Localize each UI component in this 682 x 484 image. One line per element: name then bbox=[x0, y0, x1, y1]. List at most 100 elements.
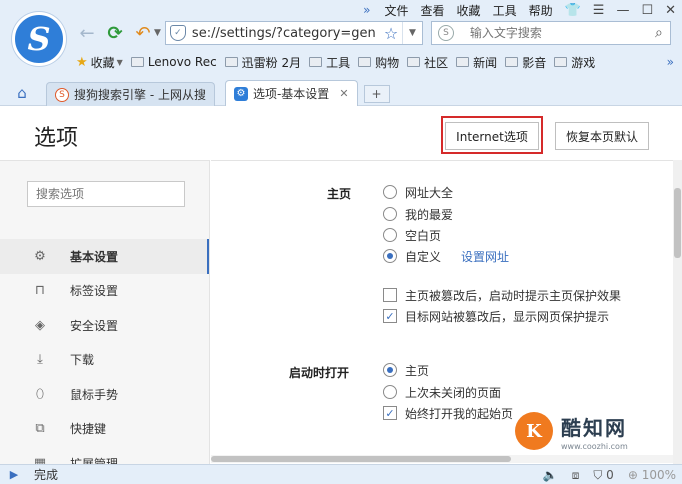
sidebar-item-basic[interactable]: ⚙ 基本设置 bbox=[0, 239, 209, 274]
minimize-icon[interactable]: — bbox=[610, 3, 635, 18]
shortcut-icon: ⧉ bbox=[35, 421, 45, 437]
bookmark-label: Lenovo Rec bbox=[147, 55, 217, 69]
restore-defaults-button[interactable]: 恢复本页默认 bbox=[555, 122, 649, 150]
device-icon[interactable]: ⧈ bbox=[572, 468, 580, 483]
bookmark-item[interactable]: 工具 bbox=[309, 54, 350, 71]
radio-button[interactable] bbox=[383, 207, 397, 221]
vertical-scrollbar[interactable] bbox=[673, 160, 682, 464]
bookmark-item[interactable]: 迅雷粉 2月 bbox=[224, 54, 302, 71]
menu-help[interactable]: 帮助 bbox=[523, 2, 559, 19]
sidebar-toggle-icon[interactable]: ▶ bbox=[4, 468, 24, 481]
option-label: 始终打开我的起始页 bbox=[405, 406, 514, 421]
bookmark-item[interactable]: Lenovo Rec bbox=[130, 55, 217, 69]
gear-icon: ⚙ bbox=[34, 248, 46, 264]
zoom-level[interactable]: ⊕ 100% bbox=[628, 468, 676, 482]
option-label: 主页被篡改后，启动时提示主页保护效果 bbox=[405, 288, 622, 303]
search-icon[interactable]: ⌕ bbox=[648, 25, 670, 41]
maximize-icon[interactable]: ☐ bbox=[635, 3, 659, 18]
sogou-browser-logo[interactable]: S bbox=[12, 12, 66, 66]
bookmark-item[interactable]: 新闻 bbox=[456, 54, 497, 71]
navigation-row: ← ⟳ ↶ ▼ ✓ se://settings/?category=gen ☆ … bbox=[76, 21, 682, 45]
new-tab-button[interactable]: + bbox=[363, 85, 390, 103]
refresh-icon[interactable]: ⟳ bbox=[104, 22, 126, 44]
undo-dropdown-icon[interactable]: ▼ bbox=[154, 28, 161, 38]
options-search-input[interactable] bbox=[27, 181, 185, 207]
skin-icon[interactable]: 👕 bbox=[559, 3, 587, 18]
scrollbar-thumb[interactable] bbox=[674, 188, 681, 258]
radio-button[interactable] bbox=[383, 185, 397, 199]
checkbox-checked[interactable]: ✓ bbox=[383, 309, 397, 323]
bookmark-item[interactable]: 影音 bbox=[505, 54, 546, 71]
address-bar[interactable]: ✓ se://settings/?category=gen ☆ ▼ bbox=[164, 21, 423, 45]
homepage-section-label: 主页 bbox=[327, 187, 352, 201]
star-icon[interactable]: ☆ bbox=[384, 24, 402, 43]
startup-option-last-session[interactable]: 上次未关闭的页面 bbox=[383, 382, 501, 402]
close-tab-icon[interactable]: ✕ bbox=[339, 87, 348, 100]
set-url-link[interactable]: 设置网址 bbox=[461, 248, 509, 265]
protect-check-startup[interactable]: 主页被篡改后，启动时提示主页保护效果 bbox=[383, 285, 621, 305]
menu-tools[interactable]: 工具 bbox=[487, 2, 523, 19]
address-dropdown-icon[interactable]: ▼ bbox=[401, 22, 422, 44]
startup-check-start-page[interactable]: ✓ 始终打开我的起始页 bbox=[383, 403, 513, 423]
radio-button-selected[interactable] bbox=[383, 249, 397, 263]
sidebar-item-tabs[interactable]: ⊓ 标签设置 bbox=[0, 274, 209, 309]
bookmark-item[interactable]: 购物 bbox=[358, 54, 399, 71]
status-tools: 🔈 ⧈ ⛉ 0 ⊕ 100% bbox=[529, 465, 676, 484]
sidebar-item-shortcuts[interactable]: ⧉ 快捷键 bbox=[0, 412, 209, 447]
close-window-icon[interactable]: ✕ bbox=[659, 3, 682, 18]
folder-icon bbox=[456, 57, 470, 67]
sidebar-item-mouse-gestures[interactable]: ⬯ 鼠标手势 bbox=[0, 377, 209, 412]
homepage-option-favorites[interactable]: 我的最爱 bbox=[383, 204, 453, 224]
watermark-brand: 酷知网 bbox=[561, 415, 627, 440]
bookmarks-more-icon[interactable]: » bbox=[667, 55, 674, 69]
tab-sogou-search[interactable]: S 搜狗搜索引擎 - 上网从搜 bbox=[46, 82, 215, 106]
radio-button[interactable] bbox=[383, 385, 397, 399]
option-label: 网址大全 bbox=[405, 185, 454, 200]
homepage-option-custom[interactable]: 自定义 设置网址 bbox=[383, 246, 509, 266]
menu-file[interactable]: 文件 bbox=[379, 2, 415, 19]
sogou-icon: S bbox=[55, 87, 69, 102]
search-input[interactable] bbox=[469, 26, 648, 40]
star-icon: ★ bbox=[76, 54, 88, 70]
protect-check-site[interactable]: ✓ 目标网站被篡改后，显示网页保护提示 bbox=[383, 306, 609, 326]
zoom-value: 100% bbox=[641, 468, 676, 482]
tab-settings[interactable]: ⚙ 选项-基本设置 ✕ bbox=[224, 80, 358, 106]
menu-more-icon[interactable]: » bbox=[355, 3, 378, 17]
option-label: 目标网站被篡改后，显示网页保护提示 bbox=[405, 309, 610, 324]
sogou-search-icon[interactable]: S bbox=[437, 25, 454, 41]
scrollbar-thumb[interactable] bbox=[211, 456, 511, 462]
watermark-logo-icon: K bbox=[515, 412, 553, 450]
back-arrow-icon[interactable]: ← bbox=[76, 22, 98, 44]
bookmark-item[interactable]: 游戏 bbox=[554, 54, 595, 71]
horizontal-scrollbar[interactable] bbox=[211, 455, 673, 463]
homepage-option-blank[interactable]: 空白页 bbox=[383, 225, 441, 245]
bookmark-label: 游戏 bbox=[571, 55, 596, 70]
favorites-menu[interactable]: ★ 收藏 ▼ bbox=[76, 54, 123, 71]
option-label: 主页 bbox=[405, 363, 430, 378]
menu-list-icon[interactable]: ☰ bbox=[587, 3, 611, 18]
bookmark-item[interactable]: 社区 bbox=[407, 54, 448, 71]
page-title: 选项 bbox=[34, 126, 79, 151]
address-url[interactable]: se://settings/?category=gen bbox=[192, 26, 384, 41]
undo-arrow-icon[interactable]: ↶ bbox=[132, 22, 154, 44]
radio-button[interactable] bbox=[383, 228, 397, 242]
sidebar-item-security[interactable]: ◈ 安全设置 bbox=[0, 308, 209, 343]
checkbox-checked[interactable]: ✓ bbox=[383, 406, 397, 420]
sidebar-item-download[interactable]: ⤓ 下载 bbox=[0, 343, 209, 378]
homepage-option-nav[interactable]: 网址大全 bbox=[383, 182, 453, 202]
home-icon[interactable]: ⌂ bbox=[8, 80, 36, 106]
radio-button-selected[interactable] bbox=[383, 363, 397, 377]
bookmark-label: 社区 bbox=[424, 55, 449, 70]
startup-option-homepage[interactable]: 主页 bbox=[383, 360, 429, 380]
search-box[interactable]: S ⌕ bbox=[430, 21, 671, 45]
shield-count-icon[interactable]: ⛉ 0 bbox=[593, 468, 613, 483]
startup-section-label: 启动时打开 bbox=[289, 366, 350, 380]
menu-favorites[interactable]: 收藏 bbox=[451, 2, 487, 19]
checkbox[interactable] bbox=[383, 288, 397, 302]
sidebar-item-extensions[interactable]: ▦ 扩展管理 bbox=[0, 446, 209, 464]
sidebar-item-label: 基本设置 bbox=[70, 249, 119, 264]
menu-view[interactable]: 查看 bbox=[415, 2, 451, 19]
bookmark-label: 迅雷粉 2月 bbox=[241, 55, 302, 70]
volume-icon[interactable]: 🔈 bbox=[543, 468, 558, 482]
watermark: K 酷知网 www.coozhi.com bbox=[515, 408, 665, 454]
